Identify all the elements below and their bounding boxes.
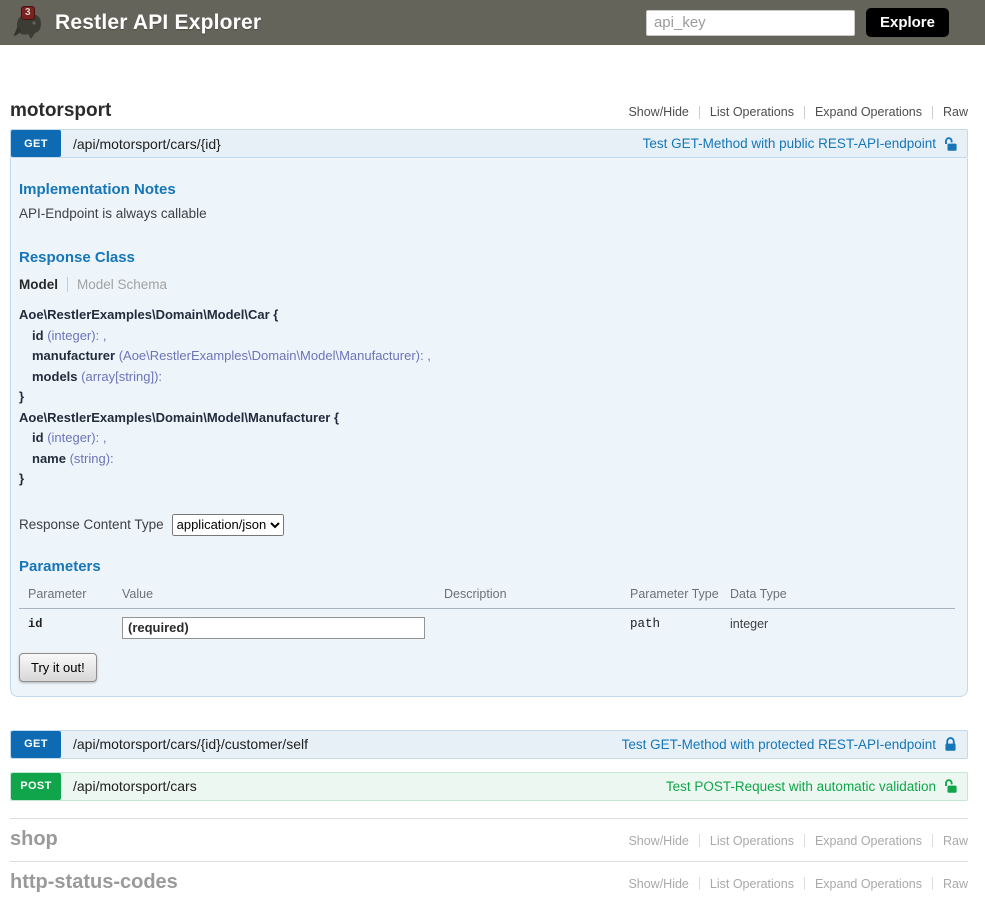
api-key-input[interactable] bbox=[646, 10, 855, 36]
model-car: Aoe\RestlerExamples\Domain\Model\Car { i… bbox=[19, 305, 955, 408]
col-header-parameter-type: Parameter Type bbox=[630, 584, 730, 609]
raw-link[interactable]: Raw bbox=[933, 834, 968, 848]
model-property: manufacturer (Aoe\RestlerExamples\Domain… bbox=[19, 346, 955, 367]
test-post-label: Test POST-Request with automatic validat… bbox=[666, 779, 936, 794]
show-hide-link[interactable]: Show/Hide bbox=[628, 105, 698, 119]
raw-link[interactable]: Raw bbox=[933, 877, 968, 891]
section-links-http-status-codes: Show/Hide List Operations Expand Operati… bbox=[628, 877, 968, 891]
list-operations-link[interactable]: List Operations bbox=[700, 834, 804, 848]
section-head-http-status-codes: http-status-codes Show/Hide List Operati… bbox=[10, 871, 968, 894]
endpoint-path-get-cars-id[interactable]: /api/motorsport/cars/{id} bbox=[73, 136, 221, 152]
model-property: models (array[string]): bbox=[19, 367, 955, 388]
list-operations-link[interactable]: List Operations bbox=[700, 105, 804, 119]
endpoint-row-get-customer-self: GET /api/motorsport/cars/{id}/customer/s… bbox=[10, 730, 968, 759]
logo-version-badge: 3 bbox=[21, 6, 35, 20]
col-header-data-type: Data Type bbox=[730, 584, 955, 609]
test-protected-get-label: Test GET-Method with protected REST-API-… bbox=[622, 737, 936, 752]
method-badge-get[interactable]: GET bbox=[11, 130, 61, 157]
tab-model[interactable]: Model bbox=[19, 277, 58, 292]
expand-operations-link[interactable]: Expand Operations bbox=[805, 105, 932, 119]
response-class-heading: Response Class bbox=[19, 249, 955, 266]
param-data-type-cell: integer bbox=[730, 608, 955, 641]
divider bbox=[67, 277, 68, 292]
response-content-type-row: Response Content Type application/json bbox=[19, 514, 955, 536]
model-property: id (integer): , bbox=[19, 428, 955, 449]
model-manufacturer: Aoe\RestlerExamples\Domain\Model\Manufac… bbox=[19, 408, 955, 490]
list-operations-link[interactable]: List Operations bbox=[700, 877, 804, 891]
test-public-get-link[interactable]: Test GET-Method with public REST-API-end… bbox=[643, 136, 958, 152]
parameters-heading: Parameters bbox=[19, 558, 955, 575]
method-badge-post[interactable]: POST bbox=[11, 773, 61, 800]
col-header-value: Value bbox=[122, 584, 444, 609]
table-row: id path integer bbox=[19, 608, 955, 641]
model-manufacturer-header: Aoe\RestlerExamples\Domain\Model\Manufac… bbox=[19, 408, 955, 429]
api-key-form: Explore bbox=[646, 8, 949, 37]
param-name-cell: id bbox=[19, 608, 122, 641]
section-links-shop: Show/Hide List Operations Expand Operati… bbox=[628, 834, 968, 848]
test-public-get-label: Test GET-Method with public REST-API-end… bbox=[643, 136, 936, 151]
model-car-header: Aoe\RestlerExamples\Domain\Model\Car { bbox=[19, 305, 955, 326]
endpoint-row-post-cars: POST /api/motorsport/cars Test POST-Requ… bbox=[10, 772, 968, 801]
param-type-cell: path bbox=[630, 608, 730, 641]
test-protected-get-link[interactable]: Test GET-Method with protected REST-API-… bbox=[622, 736, 958, 752]
expand-operations-link[interactable]: Expand Operations bbox=[805, 834, 932, 848]
parameters-table: Parameter Value Description Parameter Ty… bbox=[19, 584, 955, 641]
model-property: id (integer): , bbox=[19, 326, 955, 347]
model-signature: Aoe\RestlerExamples\Domain\Model\Car { i… bbox=[19, 305, 955, 490]
app-header: 3 Restler API Explorer Explore bbox=[0, 0, 985, 45]
parameters-table-header-row: Parameter Value Description Parameter Ty… bbox=[19, 584, 955, 609]
section-head-shop: shop Show/Hide List Operations Expand Op… bbox=[10, 828, 968, 851]
resources-list: motorsport Show/Hide List Operations Exp… bbox=[10, 45, 968, 904]
col-header-parameter: Parameter bbox=[19, 584, 122, 609]
endpoint-path-get-customer-self[interactable]: /api/motorsport/cars/{id}/customer/self bbox=[73, 736, 308, 752]
tab-model-schema[interactable]: Model Schema bbox=[77, 277, 167, 292]
try-it-out-button[interactable]: Try it out! bbox=[19, 653, 97, 682]
col-header-description: Description bbox=[444, 584, 630, 609]
section-shop: shop Show/Hide List Operations Expand Op… bbox=[10, 818, 968, 861]
endpoint-path-post-cars[interactable]: /api/motorsport/cars bbox=[73, 778, 197, 794]
section-links-motorsport: Show/Hide List Operations Expand Operati… bbox=[628, 105, 968, 119]
show-hide-link[interactable]: Show/Hide bbox=[628, 877, 698, 891]
unlock-icon bbox=[943, 778, 958, 794]
show-hide-link[interactable]: Show/Hide bbox=[628, 834, 698, 848]
lock-icon bbox=[943, 736, 958, 752]
section-title-motorsport[interactable]: motorsport bbox=[10, 100, 111, 122]
section-head-motorsport: motorsport Show/Hide List Operations Exp… bbox=[10, 98, 968, 129]
model-manufacturer-footer: } bbox=[19, 469, 955, 490]
explore-button[interactable]: Explore bbox=[866, 8, 949, 37]
model-car-footer: } bbox=[19, 387, 955, 408]
implementation-notes-heading: Implementation Notes bbox=[19, 181, 955, 198]
implementation-notes-text: API-Endpoint is always callable bbox=[19, 206, 955, 221]
section-title-http-status-codes[interactable]: http-status-codes bbox=[10, 871, 178, 894]
model-property: name (string): bbox=[19, 449, 955, 470]
model-tabs: Model Model Schema bbox=[19, 277, 955, 292]
app-title: Restler API Explorer bbox=[55, 11, 261, 35]
param-value-input[interactable] bbox=[122, 617, 425, 639]
section-motorsport: motorsport Show/Hide List Operations Exp… bbox=[10, 98, 968, 801]
method-badge-get[interactable]: GET bbox=[11, 731, 61, 758]
param-description-cell bbox=[444, 608, 630, 641]
test-post-link[interactable]: Test POST-Request with automatic validat… bbox=[666, 778, 958, 794]
section-title-shop[interactable]: shop bbox=[10, 828, 58, 851]
response-content-type-label: Response Content Type bbox=[19, 517, 164, 532]
endpoint-row-get-cars-id: GET /api/motorsport/cars/{id} Test GET-M… bbox=[10, 129, 968, 158]
response-content-type-select[interactable]: application/json bbox=[172, 514, 284, 536]
endpoint-content-get-cars-id: Implementation Notes API-Endpoint is alw… bbox=[10, 158, 968, 697]
restler-logo: 3 bbox=[10, 4, 46, 42]
unlock-icon bbox=[943, 136, 958, 152]
raw-link[interactable]: Raw bbox=[933, 105, 968, 119]
expand-operations-link[interactable]: Expand Operations bbox=[805, 877, 932, 891]
section-http-status-codes: http-status-codes Show/Hide List Operati… bbox=[10, 861, 968, 904]
